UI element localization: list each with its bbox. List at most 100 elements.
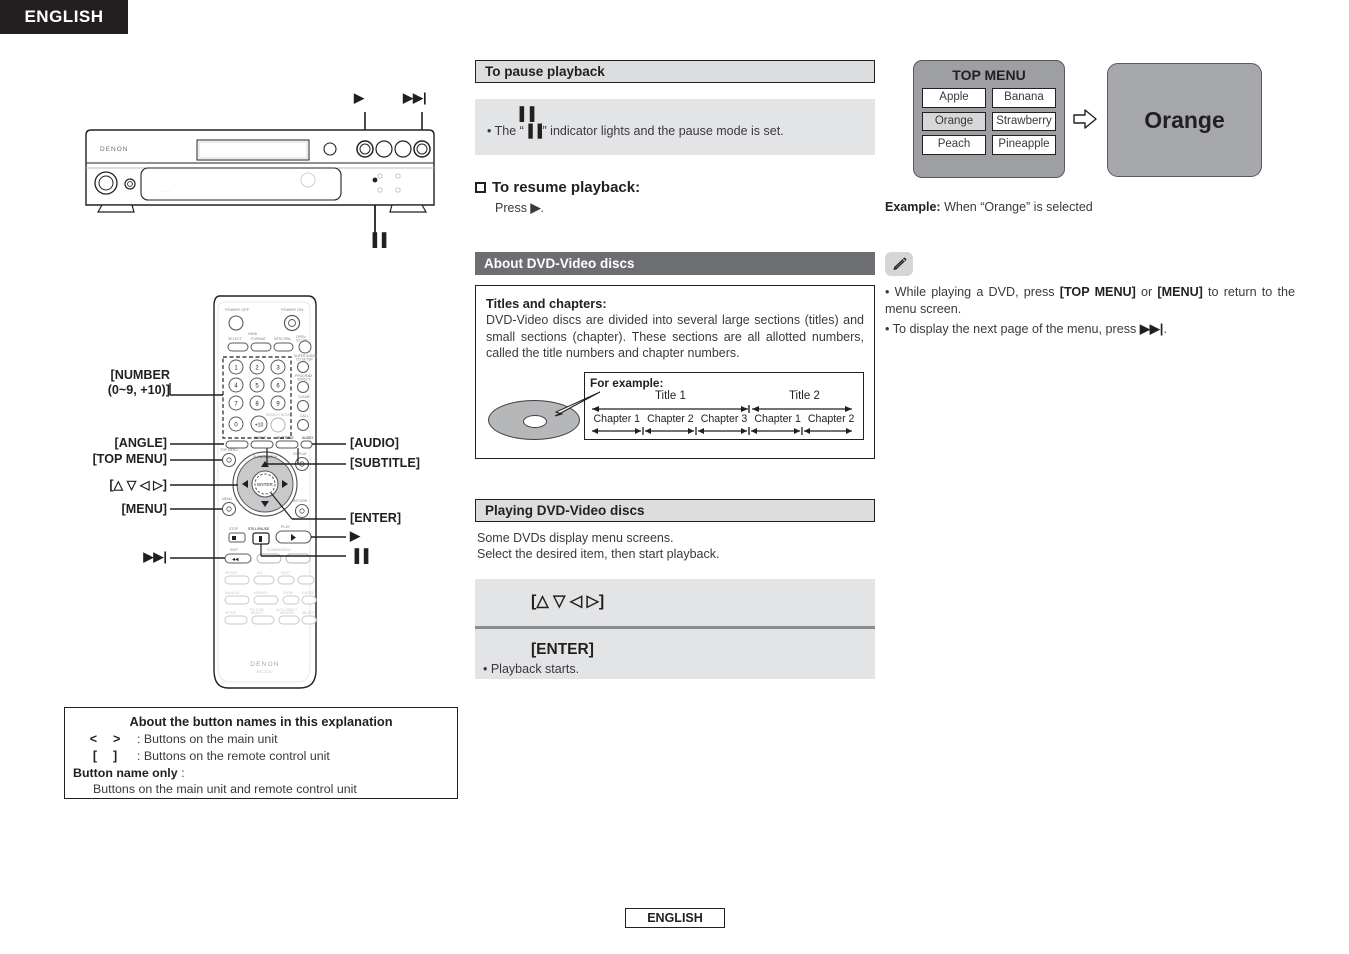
about-dvd-body: DVD-Video discs are divided into several… [486,313,864,360]
remote-callout-number: [NUMBER [110,368,170,382]
menu-item-orange[interactable]: Orange [922,111,986,132]
titles-arrows [592,404,852,413]
remote-illustration: POWER OFF POWER ON SELECT FORMAT HDMI NT… [62,288,462,698]
legend-row-remote: [] : Buttons on the remote control unit [73,749,449,763]
example-label: For example: [590,375,664,390]
top-menu-example-diagram: TOP MENU Apple Banana Orange Strawberry … [885,60,1295,190]
svg-text:CALL: CALL [300,414,309,418]
remote-callout-enter: [ENTER] [350,511,402,525]
svg-text:SELECT: SELECT [302,611,314,615]
note-lines: • While playing a DVD, press [TOP MENU] … [885,284,1295,338]
svg-text:HDMI: HDMI [248,332,257,336]
menu-item-pineapple[interactable]: Pineapple [992,135,1056,155]
svg-text:◀◀|: ◀◀| [232,557,239,562]
svg-text:SLOW/SEARCH: SLOW/SEARCH [253,455,277,459]
svg-text:POWER ON: POWER ON [281,307,303,312]
legend-text-remote: : Buttons on the remote control unit [137,749,330,763]
svg-text:DENON: DENON [100,146,128,153]
manual-page: ENGLISH DENON - - - ▶ ▶▶| ▐▐ POWER OFF P… [0,0,1349,954]
remote-callout-number-range: (0~9, +10)] [107,383,170,397]
remote-callout-skip: ▶▶| [143,549,167,564]
svg-text:DISPLAY: DISPLAY [293,452,308,456]
legend-text-main-unit: : Buttons on the main unit [137,732,278,746]
svg-text:TOP MENU: TOP MENU [220,448,238,452]
svg-text:POWER OFF: POWER OFF [225,307,250,312]
chapter-cell-1-2: Chapter 2 [647,412,694,425]
svg-text:ENTER: ENTER [257,482,273,487]
note-line-2: • To display the next page of the menu, … [885,321,1167,336]
svg-text:CD SETUP: CD SETUP [296,358,313,362]
svg-text:SLOW/SEARCH: SLOW/SEARCH [267,548,291,552]
legend-last-line: Buttons on the main unit and remote cont… [93,782,357,796]
pencil-icon [893,257,907,271]
example-caption: Example: When “Orange” is selected [885,200,1295,214]
remote-callout-audio: [AUDIO] [350,436,399,450]
menu-item-banana[interactable]: Banana [992,88,1056,108]
svg-text:MARKER: MARKER [254,591,268,595]
svg-text:PAGE: PAGE [281,571,290,575]
play-glyph: ▶ [530,200,541,215]
title-cell-2: Title 2 [788,389,820,402]
top-menu-title: TOP MENU [952,67,1026,83]
svg-text:STILL/PAUSE: STILL/PAUSE [248,527,270,531]
menu-item-apple[interactable]: Apple [922,88,986,108]
language-tab: ENGLISH [0,0,128,34]
legend-row-main-unit: < > : Buttons on the main unit [73,732,449,746]
svg-text:SETUP: SETUP [225,611,236,615]
remote-svg: POWER OFF POWER ON SELECT FORMAT HDMI NT… [169,295,346,689]
remote-callout-top-menu: [TOP MENU] [92,452,167,466]
playback-screen-text: Orange [1144,106,1225,133]
example-caption-text: When “Orange” is selected [940,200,1093,214]
note-block: • While playing a DVD, press [TOP MENU] … [885,252,1295,338]
remote-model-text: RC-1027 [257,669,274,674]
checkbox-icon [475,182,486,193]
svg-text:AUDIO: AUDIO [302,436,313,440]
menu-item-peach[interactable]: Peach [922,135,986,155]
svg-text:A-B: A-B [257,571,262,575]
top-menu-grid: Apple Banana Orange Strawberry Peach Pin… [914,83,1064,155]
chapter-cell-2-1: Chapter 1 [754,412,801,425]
note-skip-glyph: ▶▶| [1139,321,1164,336]
pause-bullet-glyph: ▐▐ [523,124,543,139]
chapters-arrows [592,426,852,435]
svg-text:ZOOM: ZOOM [283,591,293,595]
player-callout-play: ▶ [354,90,364,105]
player-callout-skip: ▶▶| [403,90,427,105]
svg-text:/CLOSE: /CLOSE [296,339,309,343]
svg-text:SKIP: SKIP [230,548,238,552]
remote-brand-text: DENON [250,661,279,668]
svg-text:CLEAR: CLEAR [298,395,310,399]
legend-symbol-bracket: [] [92,749,118,763]
svg-text:NTSC/PAL: NTSC/PAL [274,337,291,341]
playing-line-2: Select the desired item, then start play… [477,547,720,562]
example-caption-label: Example: [885,200,941,214]
player-illustration: DENON - - - ▶ ▶▶| ▐▐ [62,60,462,260]
about-dvd-box: Titles and chapters: DVD-Video discs are… [475,285,875,459]
resume-playback-text: Press ▶. [495,200,544,215]
legend-symbol-angle: < > [89,732,121,746]
svg-text:+10: +10 [255,423,264,429]
chapter-cell-1-1: Chapter 1 [593,412,641,425]
chapters-row: Chapter 1 Chapter 2 Chapter 3 Chapter 1 … [590,413,858,425]
top-menu-panel: TOP MENU Apple Banana Orange Strawberry … [913,60,1065,178]
resume-playback-heading: To resume playback: [475,179,875,196]
enter-key-sub: • Playback starts. [483,662,580,677]
legend-title: About the button names in this explanati… [129,714,393,729]
remote-callout-pause: ▐▐ [350,548,369,563]
pause-instruction-block: ▐▐ • The “▐▐” indicator lights and the p… [475,99,875,155]
titles-row: Title 1 Title 2 [590,390,858,402]
pencil-note-icon [885,252,913,276]
section-header-about-dvd: About DVD-Video discs [475,252,875,275]
pause-bullet: • The “▐▐” indicator lights and the paus… [487,124,784,139]
legend-button-name-only: Button name only : [73,766,185,780]
remote-callout-angle: [ANGLE] [114,436,167,450]
player-callout-pause: ▐▐ [368,232,387,247]
svg-text:PLAY: PLAY [281,525,291,529]
title-cell-1: Title 1 [654,389,686,402]
player-svg: DENON - - - [85,112,435,238]
middle-column: To pause playback ▐▐ • The “▐▐” indicato… [475,60,875,680]
svg-text:RANDOM: RANDOM [225,591,240,595]
playback-screen-panel: Orange [1107,63,1262,177]
note-line-1: • While playing a DVD, press [TOP MENU] … [885,285,1295,316]
menu-item-strawberry[interactable]: Strawberry [992,111,1056,132]
